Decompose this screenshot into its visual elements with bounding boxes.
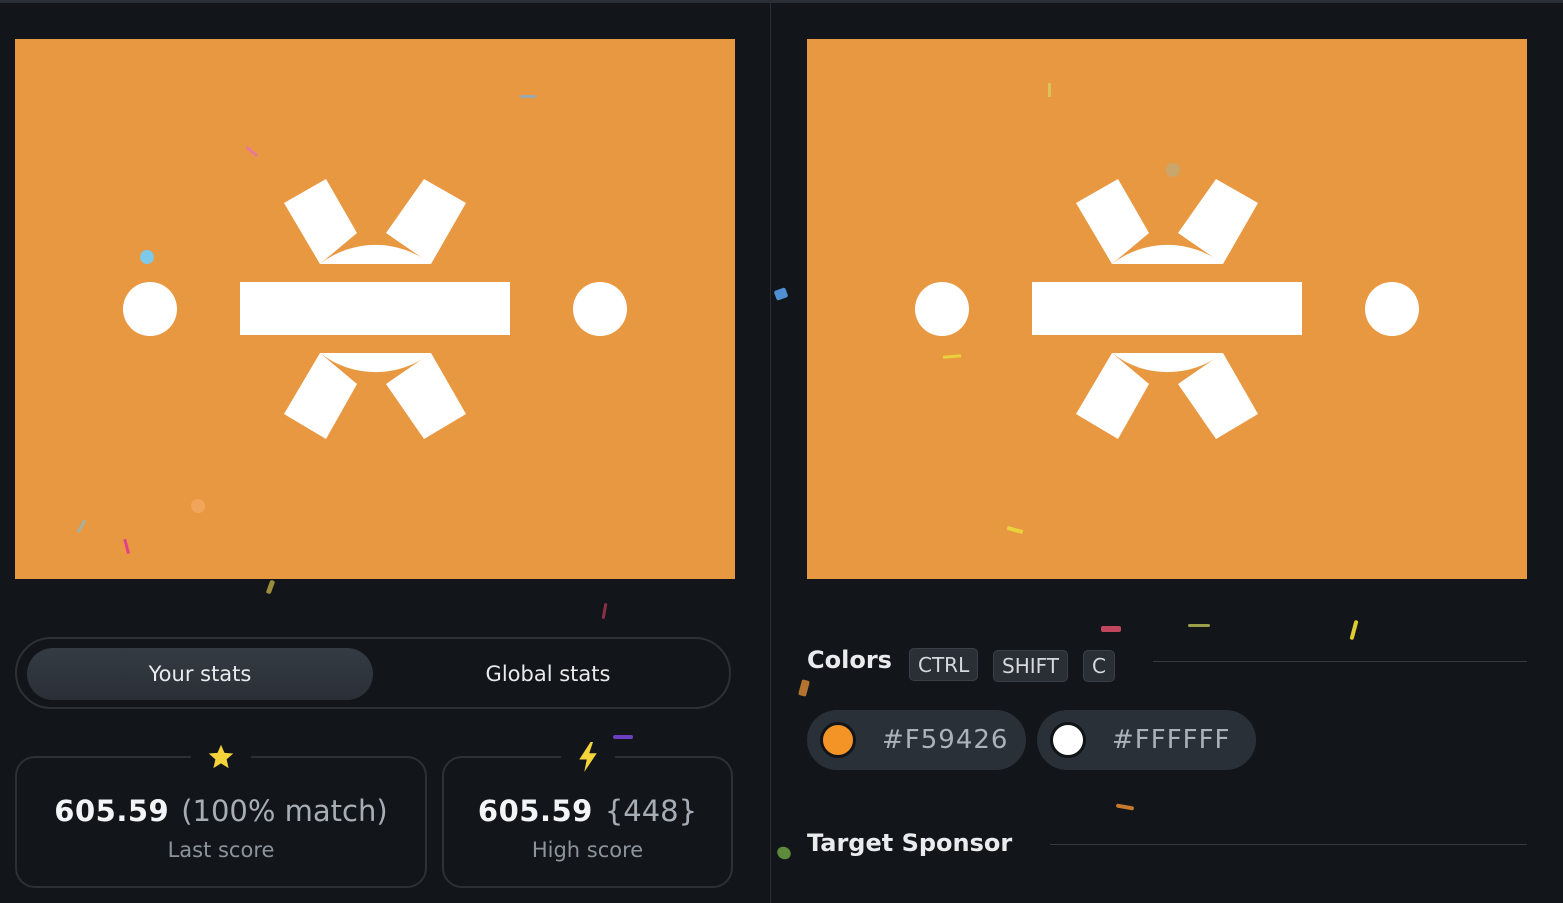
colors-divider bbox=[1153, 661, 1527, 662]
confetti-piece bbox=[1101, 626, 1121, 632]
panel-divider bbox=[770, 0, 771, 903]
last-score-line: 605.59 (100% match) bbox=[17, 794, 425, 828]
stats-toggle: Your stats Global stats bbox=[15, 637, 731, 709]
high-score-line: 605.59 {448} bbox=[444, 794, 731, 828]
right-dot bbox=[573, 282, 627, 336]
confetti-piece bbox=[601, 602, 608, 620]
last-score-match: (100% match) bbox=[181, 794, 388, 828]
high-score-value: 605.59 bbox=[477, 794, 593, 828]
color-hex-white: #FFFFFF bbox=[1112, 725, 1231, 755]
center-bar bbox=[240, 282, 510, 335]
left-dot bbox=[123, 282, 177, 336]
confetti-piece bbox=[265, 579, 276, 595]
confetti-piece bbox=[1115, 803, 1135, 811]
high-score-detail: {448} bbox=[604, 794, 698, 828]
color-chip-white[interactable]: #FFFFFF bbox=[1037, 710, 1256, 770]
confetti-piece bbox=[774, 844, 794, 862]
tab-your-stats[interactable]: Your stats bbox=[27, 648, 373, 700]
top-border bbox=[0, 0, 1563, 3]
confetti-piece bbox=[613, 735, 633, 739]
lightning-icon bbox=[560, 740, 615, 774]
high-score-card: 605.59 {448} High score bbox=[442, 740, 733, 888]
output-drawing bbox=[15, 39, 735, 579]
kbd-shift: SHIFT bbox=[993, 650, 1069, 682]
confetti-piece bbox=[1349, 619, 1359, 641]
colors-heading: Colors bbox=[807, 646, 892, 674]
last-score-label: Last score bbox=[167, 838, 275, 862]
target-canvas bbox=[807, 39, 1527, 579]
output-canvas bbox=[15, 39, 735, 579]
kbd-c: C bbox=[1083, 650, 1115, 682]
high-score-label: High score bbox=[531, 838, 644, 862]
color-chip-orange[interactable]: #F59426 bbox=[807, 710, 1026, 770]
color-swatch-white bbox=[1050, 722, 1086, 758]
color-swatch-orange bbox=[820, 722, 856, 758]
kbd-ctrl: CTRL bbox=[909, 648, 979, 681]
target-sponsor-heading: Target Sponsor bbox=[807, 829, 1013, 857]
confetti-piece bbox=[773, 287, 789, 301]
last-score-card: 605.59 (100% match) Last score bbox=[15, 740, 427, 888]
star-icon bbox=[191, 740, 251, 774]
tab-global-stats[interactable]: Global stats bbox=[375, 648, 721, 700]
color-hex-orange: #F59426 bbox=[882, 725, 1009, 755]
confetti-piece bbox=[1188, 624, 1210, 627]
target-drawing bbox=[807, 39, 1527, 579]
confetti-piece bbox=[798, 679, 810, 697]
last-score-value: 605.59 bbox=[54, 794, 170, 828]
sponsor-divider bbox=[1050, 844, 1527, 845]
